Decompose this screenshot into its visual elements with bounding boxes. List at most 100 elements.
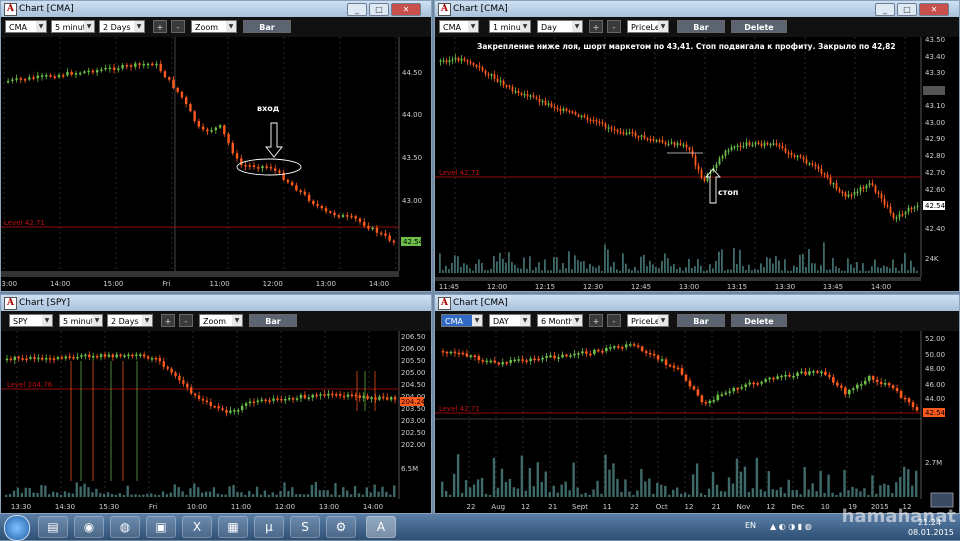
bar-button[interactable]: Bar: [243, 20, 291, 33]
chart-window-cma-5min[interactable]: A Chart [CMA] _ □ ✕ CMA ▼ 5 minutes ▼ 2 Da…: [0, 0, 432, 292]
explorer-icon[interactable]: ▤: [38, 516, 68, 538]
chart-window-spy-5min[interactable]: A Chart [SPY] SPY ▼ 5 minutes ▼ 2 Days ▼ + …: [0, 294, 432, 514]
zoom-out-button[interactable]: -: [607, 314, 621, 327]
interval-select[interactable]: 1 minute ▼: [489, 20, 531, 33]
candle-body: [371, 227, 374, 230]
settings-icon[interactable]: ⚙: [326, 516, 356, 538]
price-level-select[interactable]: PriceLeve ▼: [627, 314, 669, 327]
volume-bar: [193, 483, 196, 497]
symbol-select[interactable]: CMA ▼: [439, 20, 479, 33]
bar-button[interactable]: Bar: [677, 314, 725, 327]
chart-window-cma-1min[interactable]: A Chart [CMA] _ □ ✕ CMA ▼ 1 minute ▼ Day ▼ …: [434, 0, 960, 292]
app-icon: A: [4, 297, 17, 310]
candle-body: [499, 80, 502, 83]
firefox-icon[interactable]: ◍: [110, 516, 140, 538]
utorrent-icon[interactable]: µ: [254, 516, 284, 538]
window-titlebar[interactable]: A Chart [CMA] _ □ ✕: [435, 1, 959, 17]
volume-bar: [244, 494, 247, 497]
volume-bar: [843, 469, 846, 497]
period-select[interactable]: Day ▼: [537, 20, 583, 33]
zoom-out-button[interactable]: -: [171, 20, 185, 33]
chrome-icon[interactable]: ◉: [74, 516, 104, 538]
bar-button[interactable]: Bar: [677, 20, 725, 33]
symbol-select[interactable]: CMA ▼: [5, 20, 47, 33]
save-icon[interactable]: ▣: [146, 516, 176, 538]
language-indicator[interactable]: EN: [745, 521, 756, 530]
zoom-in-button[interactable]: +: [589, 20, 603, 33]
excel-icon[interactable]: X: [182, 516, 212, 538]
minimize-button[interactable]: _: [875, 3, 895, 16]
candle-body: [525, 360, 528, 363]
window-titlebar[interactable]: A Chart [CMA]: [435, 295, 959, 311]
bar-button[interactable]: Bar: [249, 314, 297, 327]
volume-bar: [660, 484, 663, 497]
period-select[interactable]: 2 Days ▼: [99, 20, 145, 33]
minimize-button[interactable]: _: [347, 3, 367, 16]
candle-body: [338, 394, 342, 396]
candle-body: [28, 77, 31, 80]
chevron-down-icon: ▼: [468, 21, 478, 32]
candle-body: [607, 127, 610, 129]
candle-body: [268, 400, 271, 402]
price-chart[interactable]: 44.50 44.00 43.50 43.00 Level 42.71 вход 42.54…: [1, 37, 431, 291]
volume-bar: [138, 494, 141, 497]
candle-body: [608, 347, 612, 349]
candle-body: [863, 380, 867, 385]
chart-toolbar: SPY ▼ 5 minutes ▼ 2 Days ▼ + - Zoom ▼ Bar: [1, 311, 431, 331]
volume-bar: [871, 475, 874, 497]
x-tick-label: 14:00: [363, 503, 383, 511]
maximize-button[interactable]: □: [897, 3, 917, 16]
candle-body: [538, 98, 541, 102]
candle-body: [125, 65, 129, 67]
price-chart[interactable]: Закрепление ниже лоя, шорт маркетом по 4…: [435, 37, 959, 291]
delete-levels-button[interactable]: Delete Levels: [731, 314, 787, 339]
symbol-select[interactable]: SPY ▼: [9, 314, 53, 327]
interval-select[interactable]: 5 minutes ▼: [59, 314, 103, 327]
interval-select[interactable]: DAY ▼: [489, 314, 531, 327]
period-select[interactable]: 2 Days ▼: [107, 314, 153, 327]
volume-bar: [528, 467, 532, 497]
window-titlebar[interactable]: A Chart [CMA] _ □ ✕: [1, 1, 431, 17]
volume-bar: [724, 270, 726, 273]
zoom-in-button[interactable]: +: [153, 20, 167, 33]
start-button[interactable]: [4, 515, 30, 541]
candle-body: [772, 377, 775, 380]
tray-icons[interactable]: ▲ ◐ ◑ ▮ ◍: [770, 522, 812, 531]
clock-date[interactable]: 08.01.2015: [908, 528, 954, 537]
x-tick-label: Dec: [791, 503, 805, 511]
trading-app-icon[interactable]: A: [366, 516, 396, 538]
volume-bar: [577, 259, 579, 273]
media-icon[interactable]: ▦: [218, 516, 248, 538]
candle-body: [915, 407, 919, 411]
delete-levels-button[interactable]: Delete Levels: [731, 20, 787, 45]
interval-select[interactable]: 5 minutes ▼: [51, 20, 95, 33]
zoom-out-button[interactable]: -: [179, 314, 193, 327]
volume-bar: [259, 494, 263, 497]
zoom-select[interactable]: Zoom ▼: [199, 314, 243, 327]
price-chart[interactable]: 52.00 50.00 48.00 46.00 44.00 42.54 2.7M Level …: [435, 331, 959, 513]
zoom-out-button[interactable]: -: [607, 20, 621, 33]
candle-body: [637, 136, 640, 138]
close-button[interactable]: ✕: [919, 3, 949, 16]
candle-body: [692, 386, 696, 390]
zoom-in-button[interactable]: +: [161, 314, 175, 327]
price-chart[interactable]: 206.50206.00205.50205.00204.50204.00203.…: [1, 331, 431, 513]
candle-body: [135, 354, 138, 356]
candle-body: [367, 225, 370, 229]
maximize-button[interactable]: □: [369, 3, 389, 16]
candle-body: [501, 362, 505, 365]
close-button[interactable]: ✕: [391, 3, 421, 16]
window-titlebar[interactable]: A Chart [SPY]: [1, 295, 431, 311]
candle-body: [679, 143, 682, 146]
price-level-select[interactable]: PriceLeve ▼: [627, 20, 669, 33]
zoom-select[interactable]: Zoom ▼: [191, 20, 237, 33]
symbol-select[interactable]: CMA ▼: [441, 314, 483, 327]
candle-body: [388, 235, 391, 241]
period-select[interactable]: 6 Months ▼: [537, 314, 583, 327]
candle-body: [284, 399, 287, 401]
skype-icon[interactable]: S: [290, 516, 320, 538]
volume-bar: [520, 455, 524, 497]
volume-bar: [745, 270, 747, 273]
chart-window-cma-daily[interactable]: A Chart [CMA] CMA ▼ DAY ▼ 6 Months ▼ + - Pr…: [434, 294, 960, 514]
zoom-in-button[interactable]: +: [589, 314, 603, 327]
